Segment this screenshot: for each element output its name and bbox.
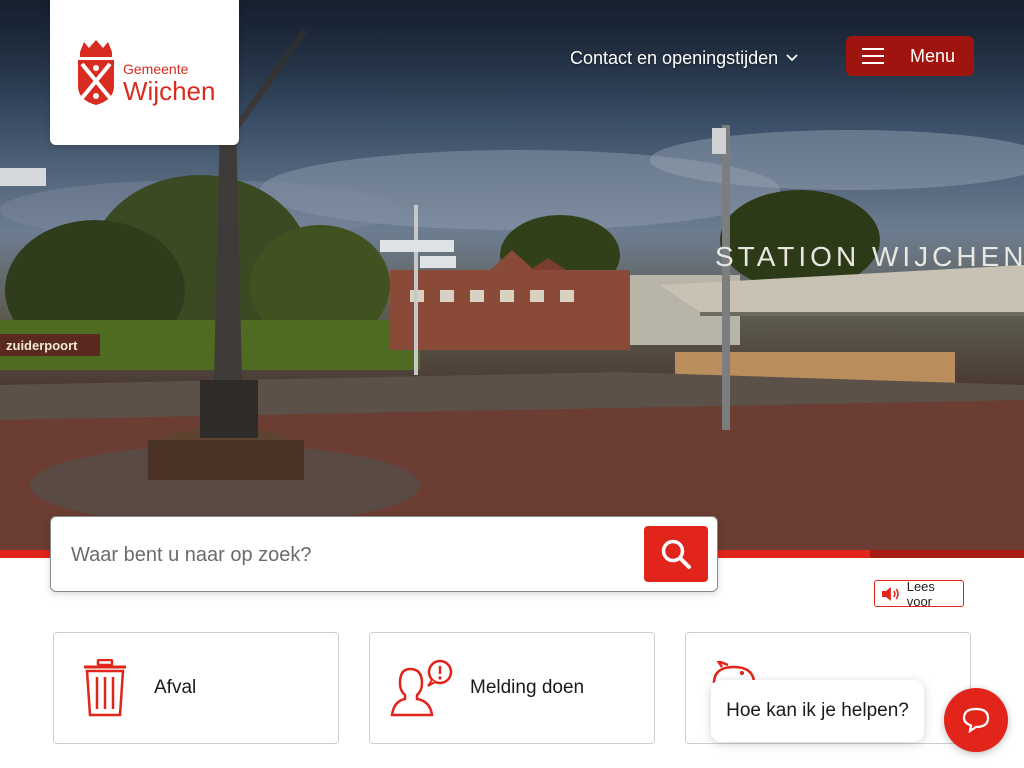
menu-button[interactable]: Menu [846,36,974,76]
tile-melding-doen[interactable]: Melding doen [369,632,655,744]
zuiderpoort-sign: zuiderpoort [6,338,78,353]
tile-afval[interactable]: Afval [53,632,339,744]
coat-of-arms-icon [78,40,114,105]
logo-line-1: Gemeente [123,61,189,77]
trash-bin-icon [84,659,126,717]
station-sign: STATION WIJCHEN [715,241,1024,272]
read-aloud-label: Lees voor [906,578,935,609]
contact-hours-label: Contact en openingstijden [570,47,779,68]
tile-label: Afval [154,677,197,698]
person-alert-icon [390,659,453,717]
read-aloud-button[interactable]: Lees voor [874,578,964,609]
contact-hours-dropdown[interactable]: Contact en openingstijden [570,46,798,70]
chevron-down-icon [786,54,798,62]
search-input[interactable] [71,535,631,575]
municipality-logo-link[interactable]: Gemeente Wijchen [50,0,239,145]
chat-bubble-icon [962,707,990,733]
hamburger-icon [862,48,884,64]
tile-label: Melding doen [470,677,585,698]
logo-line-2: Wijchen [123,76,216,106]
menu-label: Menu [910,45,956,66]
chat-prompt-text: Hoe kan ik je helpen? [726,700,909,721]
search-icon [661,539,691,569]
chat-prompt-bubble[interactable]: Hoe kan ik je helpen? [711,680,924,742]
speaker-icon [881,586,899,601]
logo-wordmark: Gemeente Wijchen [123,62,215,104]
page: STATION WIJCHEN zuiderpoort Gemeente Wij… [0,0,1024,768]
search-bar [50,516,718,592]
chat-button[interactable] [944,688,1008,752]
search-button[interactable] [644,526,708,582]
